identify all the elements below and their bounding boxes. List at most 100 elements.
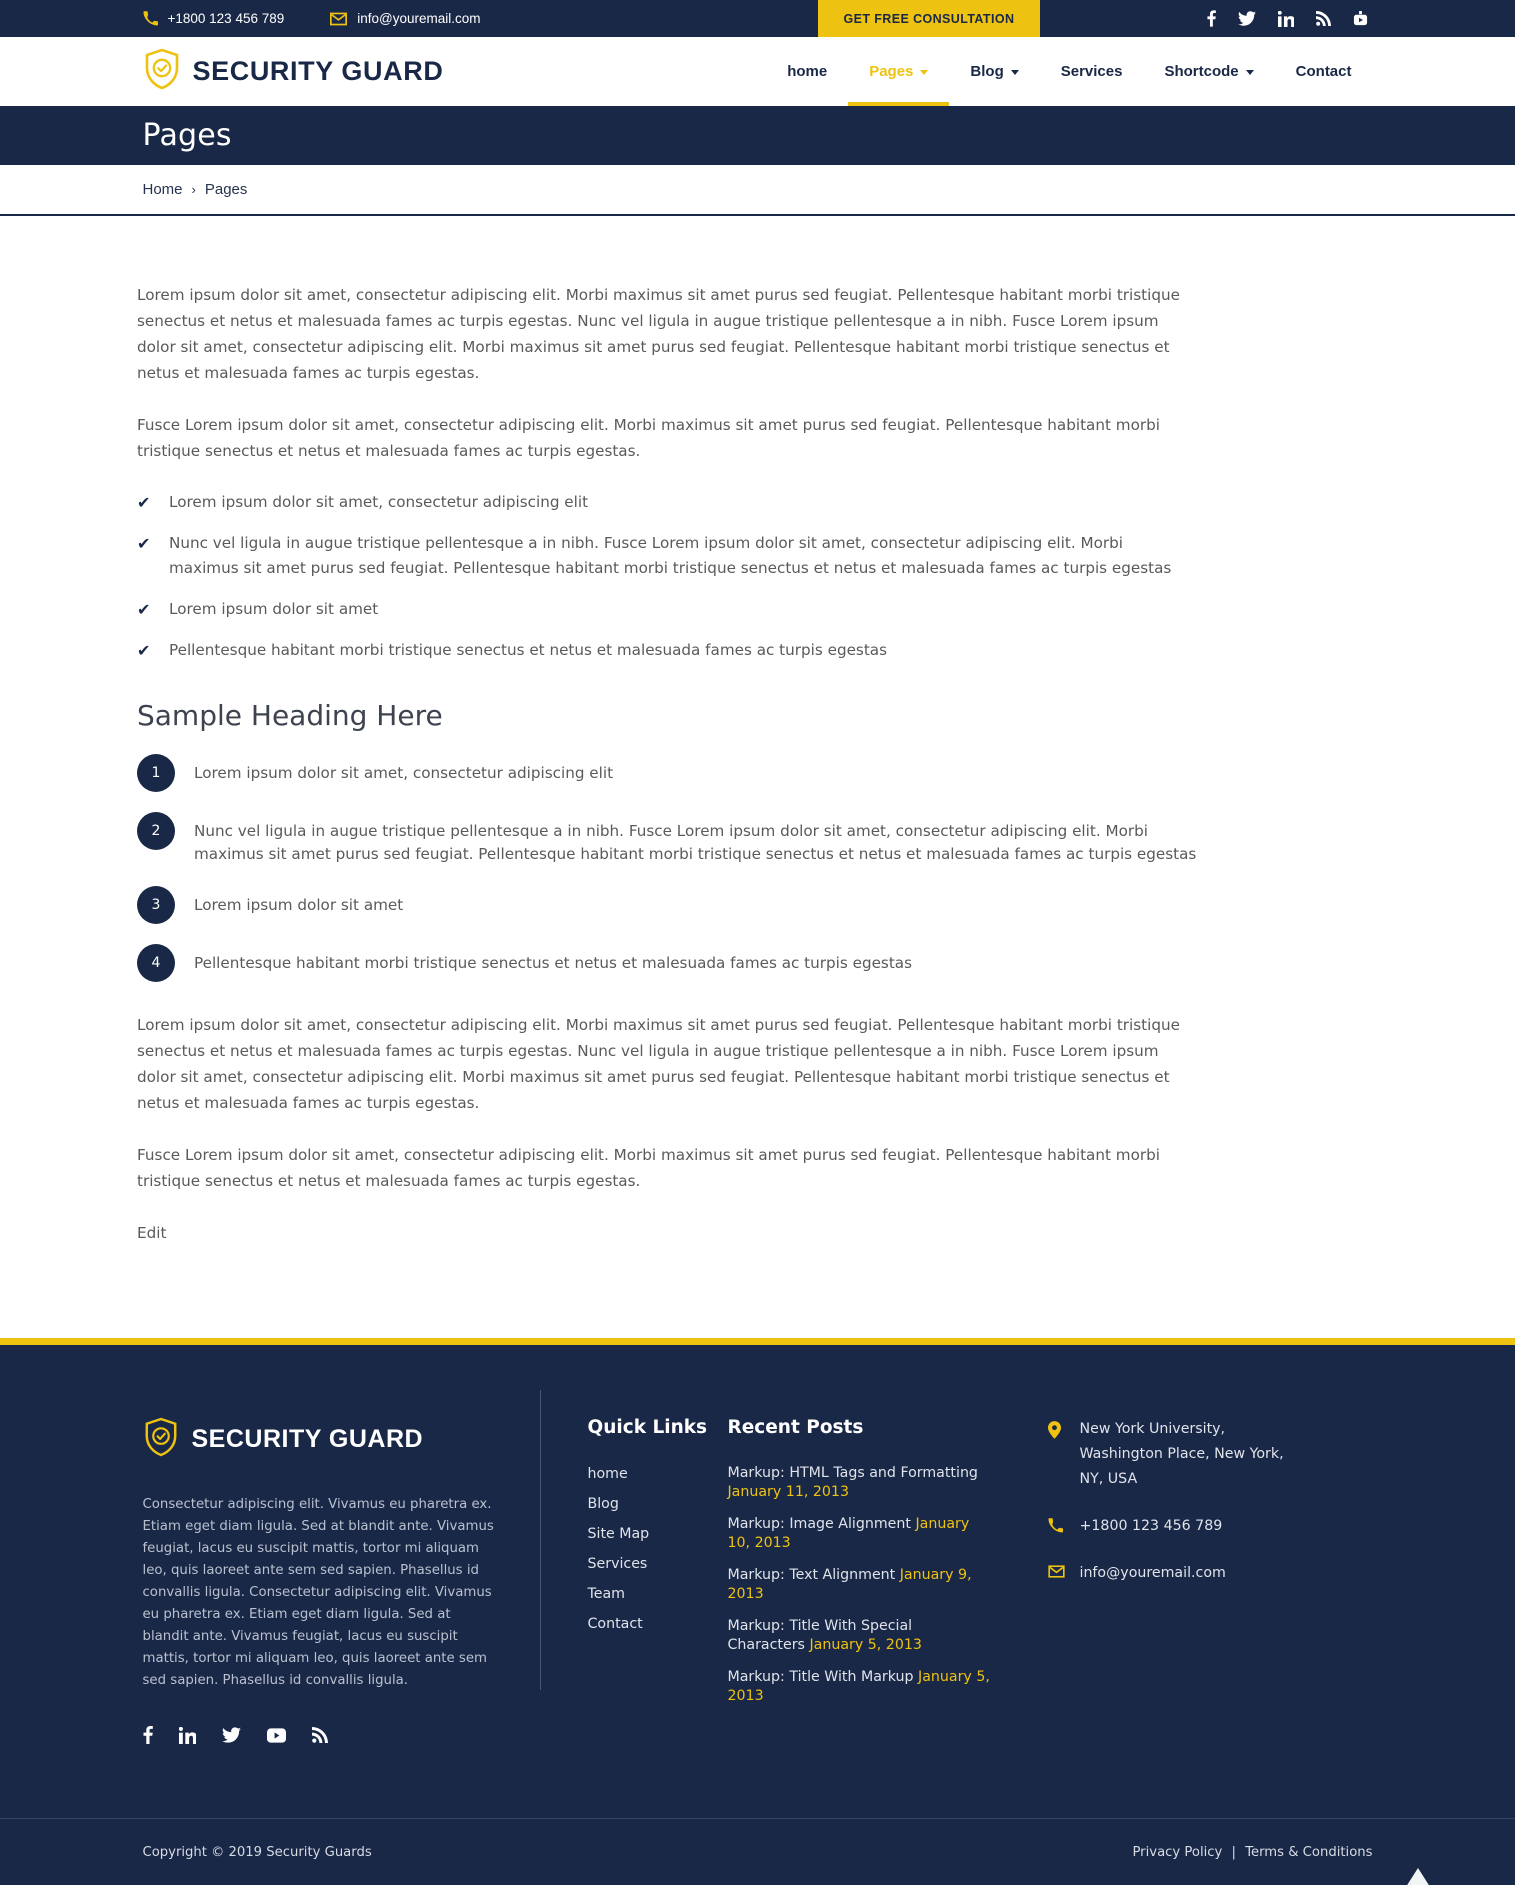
section-heading: Sample Heading Here xyxy=(137,699,443,732)
quick-link-site-map[interactable]: Site Map xyxy=(588,1526,650,1542)
get-free-consultation-button[interactable]: GET FREE CONSULTATION xyxy=(817,0,1041,37)
privacy-policy-link[interactable]: Privacy Policy xyxy=(1132,1845,1222,1860)
list-item: Markup: HTML Tags and Formatting January… xyxy=(728,1464,993,1502)
outro-paragraph-1: Lorem ipsum dolor sit amet, consectetur … xyxy=(137,1016,1180,1112)
nav-item-services[interactable]: Services xyxy=(1040,37,1144,106)
nav-item-contact[interactable]: Contact xyxy=(1275,37,1373,106)
outro-paragraph-2: Fusce Lorem ipsum dolor sit amet, consec… xyxy=(137,1146,1160,1190)
rss-icon[interactable] xyxy=(311,1727,328,1743)
phone-icon xyxy=(1048,1514,1065,1533)
footer-quick-links-column: Quick Links home Blog Site Map Services … xyxy=(543,1417,728,1744)
list-item: Markup: Image Alignment January 10, 2013 xyxy=(728,1515,993,1553)
quick-link-home[interactable]: home xyxy=(588,1466,628,1482)
list-item: Site Map xyxy=(588,1524,728,1545)
check-icon: ✔ xyxy=(137,641,151,660)
footer-legal-links: Privacy Policy | Terms & Conditions xyxy=(1132,1845,1372,1860)
shield-check-icon xyxy=(143,48,181,95)
numbered-list-text: Nunc vel ligula in augue tristique pelle… xyxy=(194,822,1197,863)
primary-menu: home Pages Blog Services Shortcode Conta… xyxy=(766,37,1372,106)
list-number-badge: 2 xyxy=(137,812,175,850)
nav-item-pages[interactable]: Pages xyxy=(848,37,950,106)
quick-links-list: home Blog Site Map Services Team Contact xyxy=(588,1464,728,1635)
page-content: Lorem ipsum dolor sit amet, consectetur … xyxy=(0,216,1515,1338)
check-list-text: Lorem ipsum dolor sit amet xyxy=(169,600,379,618)
quick-link-team[interactable]: Team xyxy=(588,1586,626,1602)
arrow-up-icon xyxy=(1403,1868,1432,1890)
nav-item-blog[interactable]: Blog xyxy=(949,37,1039,106)
list-item: Services xyxy=(588,1554,728,1575)
scroll-to-top-button[interactable] xyxy=(1398,1859,1438,1899)
check-icon: ✔ xyxy=(137,534,151,553)
twitter-icon[interactable] xyxy=(221,1727,241,1743)
recent-post-date: January 11, 2013 xyxy=(727,1484,849,1500)
chevron-down-icon xyxy=(1245,70,1254,75)
numbered-list-text: Lorem ipsum dolor sit amet, consectetur … xyxy=(194,764,614,782)
topbar-social-links xyxy=(1206,0,1368,37)
facebook-icon[interactable] xyxy=(1206,10,1216,27)
quick-links-heading: Quick Links xyxy=(587,1417,708,1438)
footer-social-links xyxy=(143,1726,495,1744)
copyright-text: Copyright © 2019 Security Guards xyxy=(142,1844,372,1860)
list-item: Markup: Title With Special Characters Ja… xyxy=(728,1617,993,1655)
recent-post-title[interactable]: Markup: Text Alignment xyxy=(728,1567,896,1583)
footer-brand-name: SECURITY GUARD xyxy=(191,1425,424,1453)
linkedin-icon[interactable] xyxy=(1277,10,1294,27)
list-item: 1 Lorem ipsum dolor sit amet, consectetu… xyxy=(137,754,1197,792)
nav-label-services: Services xyxy=(1060,63,1123,80)
site-footer: SECURITY GUARD Consectetur adipiscing el… xyxy=(0,1345,1515,1890)
footer-logo[interactable]: SECURITY GUARD xyxy=(143,1417,495,1462)
list-item: 2 Nunc vel ligula in augue tristique pel… xyxy=(137,812,1197,866)
check-icon: ✔ xyxy=(137,600,151,619)
list-item: home xyxy=(588,1464,728,1485)
recent-post-title[interactable]: Markup: HTML Tags and Formatting xyxy=(728,1465,978,1481)
list-item: 3 Lorem ipsum dolor sit amet xyxy=(137,886,1197,924)
terms-conditions-link[interactable]: Terms & Conditions xyxy=(1245,1845,1372,1860)
list-item: Team xyxy=(588,1584,728,1605)
list-item: Contact xyxy=(588,1614,728,1635)
recent-post-date: January 5, 2013 xyxy=(809,1637,922,1653)
contact-email-row[interactable]: info@youremail.com xyxy=(1047,1561,1293,1586)
nav-label-pages: Pages xyxy=(869,63,914,80)
numbered-list-text: Pellentesque habitant morbi tristique se… xyxy=(194,954,913,972)
chevron-down-icon xyxy=(1010,70,1019,75)
page-title-band: Pages xyxy=(0,106,1515,165)
twitter-icon[interactable] xyxy=(1237,11,1256,26)
site-logo[interactable]: SECURITY GUARD xyxy=(143,48,444,95)
recent-post-title[interactable]: Markup: Image Alignment xyxy=(728,1516,911,1532)
chevron-down-icon xyxy=(920,70,929,75)
rss-icon[interactable] xyxy=(1315,11,1331,26)
footer-recent-posts-column: Recent Posts Markup: HTML Tags and Forma… xyxy=(728,1417,993,1744)
nav-item-shortcode[interactable]: Shortcode xyxy=(1143,37,1274,106)
facebook-icon[interactable] xyxy=(143,1726,153,1744)
breadcrumb-current: Pages xyxy=(204,181,248,198)
footer-about-text: Consectetur adipiscing elit. Vivamus eu … xyxy=(142,1497,494,1688)
quick-link-services[interactable]: Services xyxy=(588,1556,648,1572)
quick-link-blog[interactable]: Blog xyxy=(588,1496,619,1512)
linkedin-icon[interactable] xyxy=(178,1726,196,1744)
contact-address: New York University, Washington Place, N… xyxy=(1079,1421,1284,1487)
nav-label-home: home xyxy=(787,63,828,80)
youtube-icon[interactable] xyxy=(266,1727,286,1743)
youtube-icon[interactable] xyxy=(1353,10,1368,27)
footer-about-column: SECURITY GUARD Consectetur adipiscing el… xyxy=(143,1417,543,1744)
footer-top-rule xyxy=(0,1338,1515,1345)
recent-post-title[interactable]: Markup: Title With Markup xyxy=(728,1669,914,1685)
numbered-list: 1 Lorem ipsum dolor sit amet, consectetu… xyxy=(137,754,1197,982)
list-item: Blog xyxy=(588,1494,728,1515)
breadcrumb-home[interactable]: Home xyxy=(143,181,183,198)
nav-item-home[interactable]: home xyxy=(766,37,848,106)
check-list: ✔ Lorem ipsum dolor sit amet, consectetu… xyxy=(137,490,1197,663)
topbar-email[interactable]: info@youremail.com xyxy=(330,11,481,26)
list-item: Markup: Text Alignment January 9, 2013 xyxy=(728,1566,993,1604)
contact-phone-row[interactable]: +1800 123 456 789 xyxy=(1048,1514,1293,1539)
top-bar: +1800 123 456 789 info@youremail.com GET… xyxy=(0,0,1515,37)
topbar-phone[interactable]: +1800 123 456 789 xyxy=(143,11,284,26)
check-icon: ✔ xyxy=(137,493,151,512)
quick-link-contact[interactable]: Contact xyxy=(588,1616,643,1632)
breadcrumb-band: Home › Pages xyxy=(0,165,1515,216)
check-list-text: Nunc vel ligula in augue tristique pelle… xyxy=(169,534,1172,577)
numbered-list-text: Lorem ipsum dolor sit amet xyxy=(194,896,404,914)
list-item: ✔ Pellentesque habitant morbi tristique … xyxy=(137,638,1197,663)
edit-link[interactable]: Edit xyxy=(137,1224,166,1242)
envelope-icon xyxy=(330,12,348,26)
